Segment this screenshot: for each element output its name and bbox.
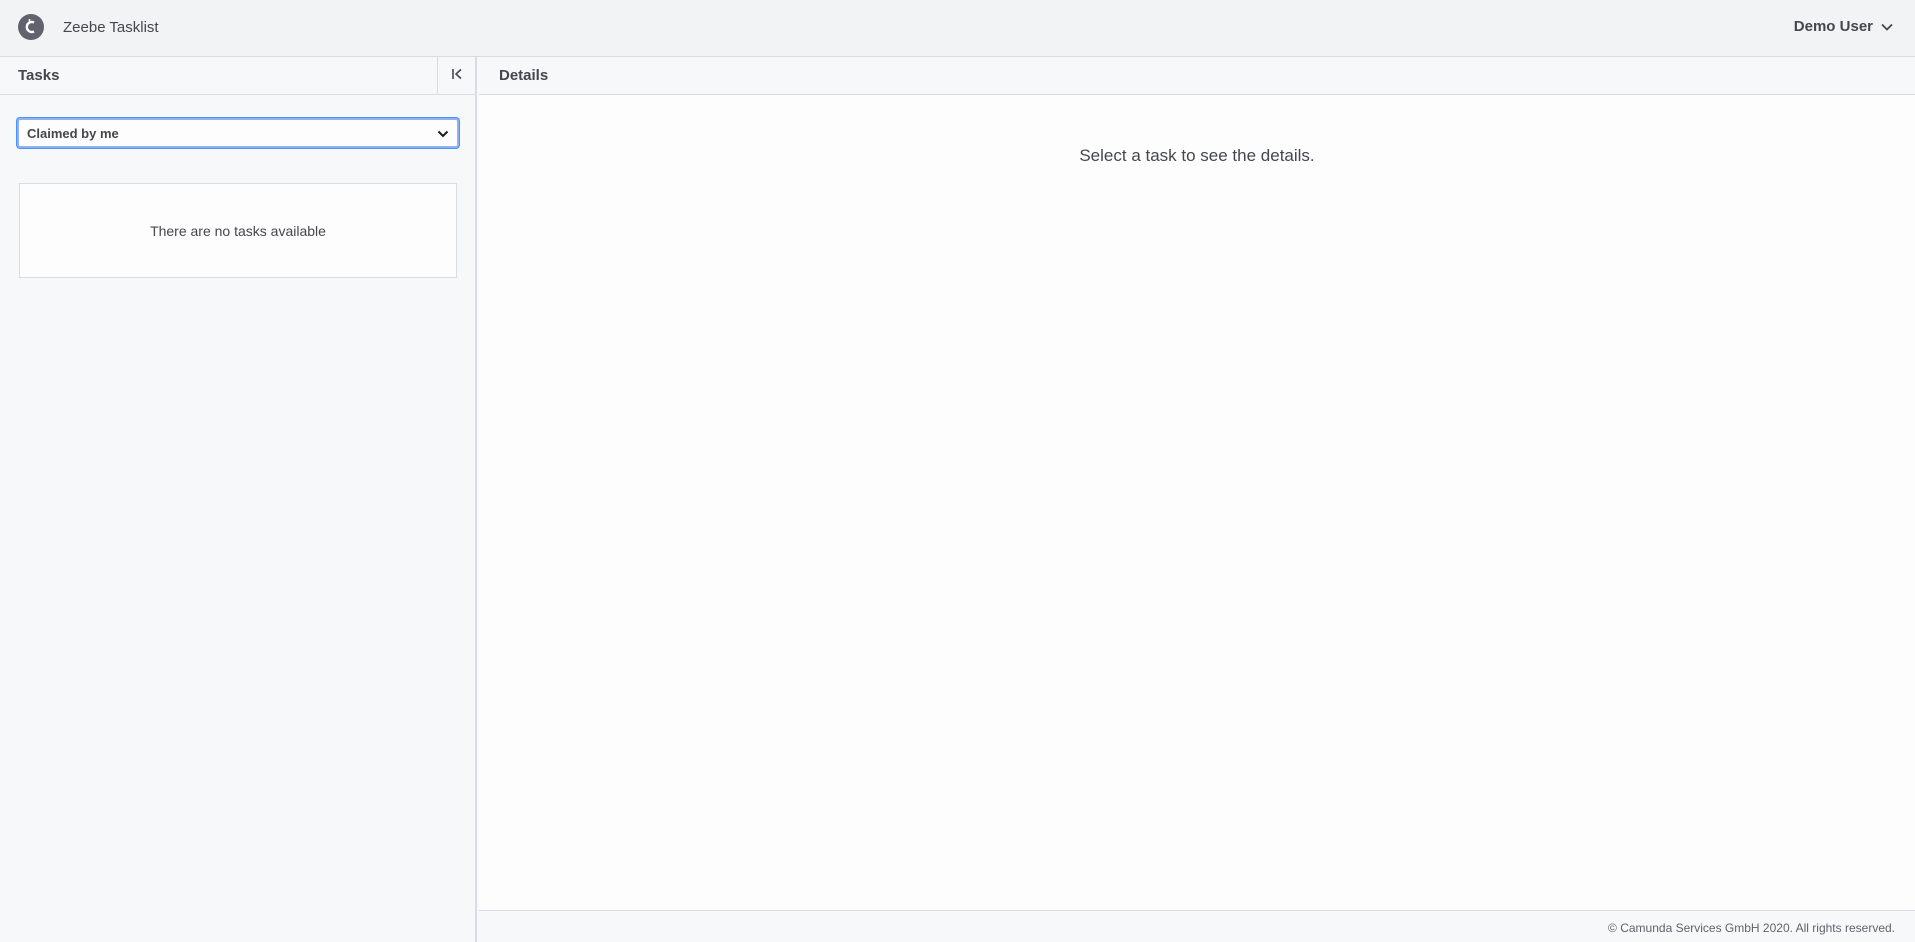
collapse-left-icon bbox=[451, 67, 463, 85]
tasks-panel-header: Tasks bbox=[0, 57, 475, 95]
camunda-logo-icon[interactable] bbox=[18, 14, 44, 40]
user-menu[interactable]: Demo User bbox=[1794, 18, 1893, 35]
app-title: Zeebe Tasklist bbox=[63, 19, 159, 36]
footer: © Camunda Services GmbH 2020. All rights… bbox=[479, 910, 1915, 942]
empty-task-message: There are no tasks available bbox=[150, 222, 326, 239]
chevron-down-icon bbox=[437, 127, 449, 142]
user-name: Demo User bbox=[1793, 18, 1873, 35]
tasks-panel-title: Tasks bbox=[18, 67, 60, 84]
copyright-text: © Camunda Services GmbH 2020. All rights… bbox=[1608, 921, 1895, 935]
details-panel-header: Details bbox=[479, 57, 1915, 95]
tasks-panel: Tasks Claimed by me There are no tasks a… bbox=[0, 57, 477, 942]
collapse-panel-button[interactable] bbox=[437, 57, 475, 95]
task-filter-value: Claimed by me bbox=[27, 125, 119, 141]
details-placeholder: Select a task to see the details. bbox=[1079, 146, 1315, 165]
chevron-down-icon bbox=[1881, 18, 1893, 35]
details-panel-title: Details bbox=[499, 67, 549, 84]
task-filter-select[interactable]: Claimed by me bbox=[17, 118, 459, 148]
app-header: Zeebe Tasklist Demo User bbox=[0, 0, 1915, 57]
details-panel: Details Select a task to see the details… bbox=[479, 57, 1915, 942]
empty-task-list: There are no tasks available bbox=[19, 183, 457, 278]
